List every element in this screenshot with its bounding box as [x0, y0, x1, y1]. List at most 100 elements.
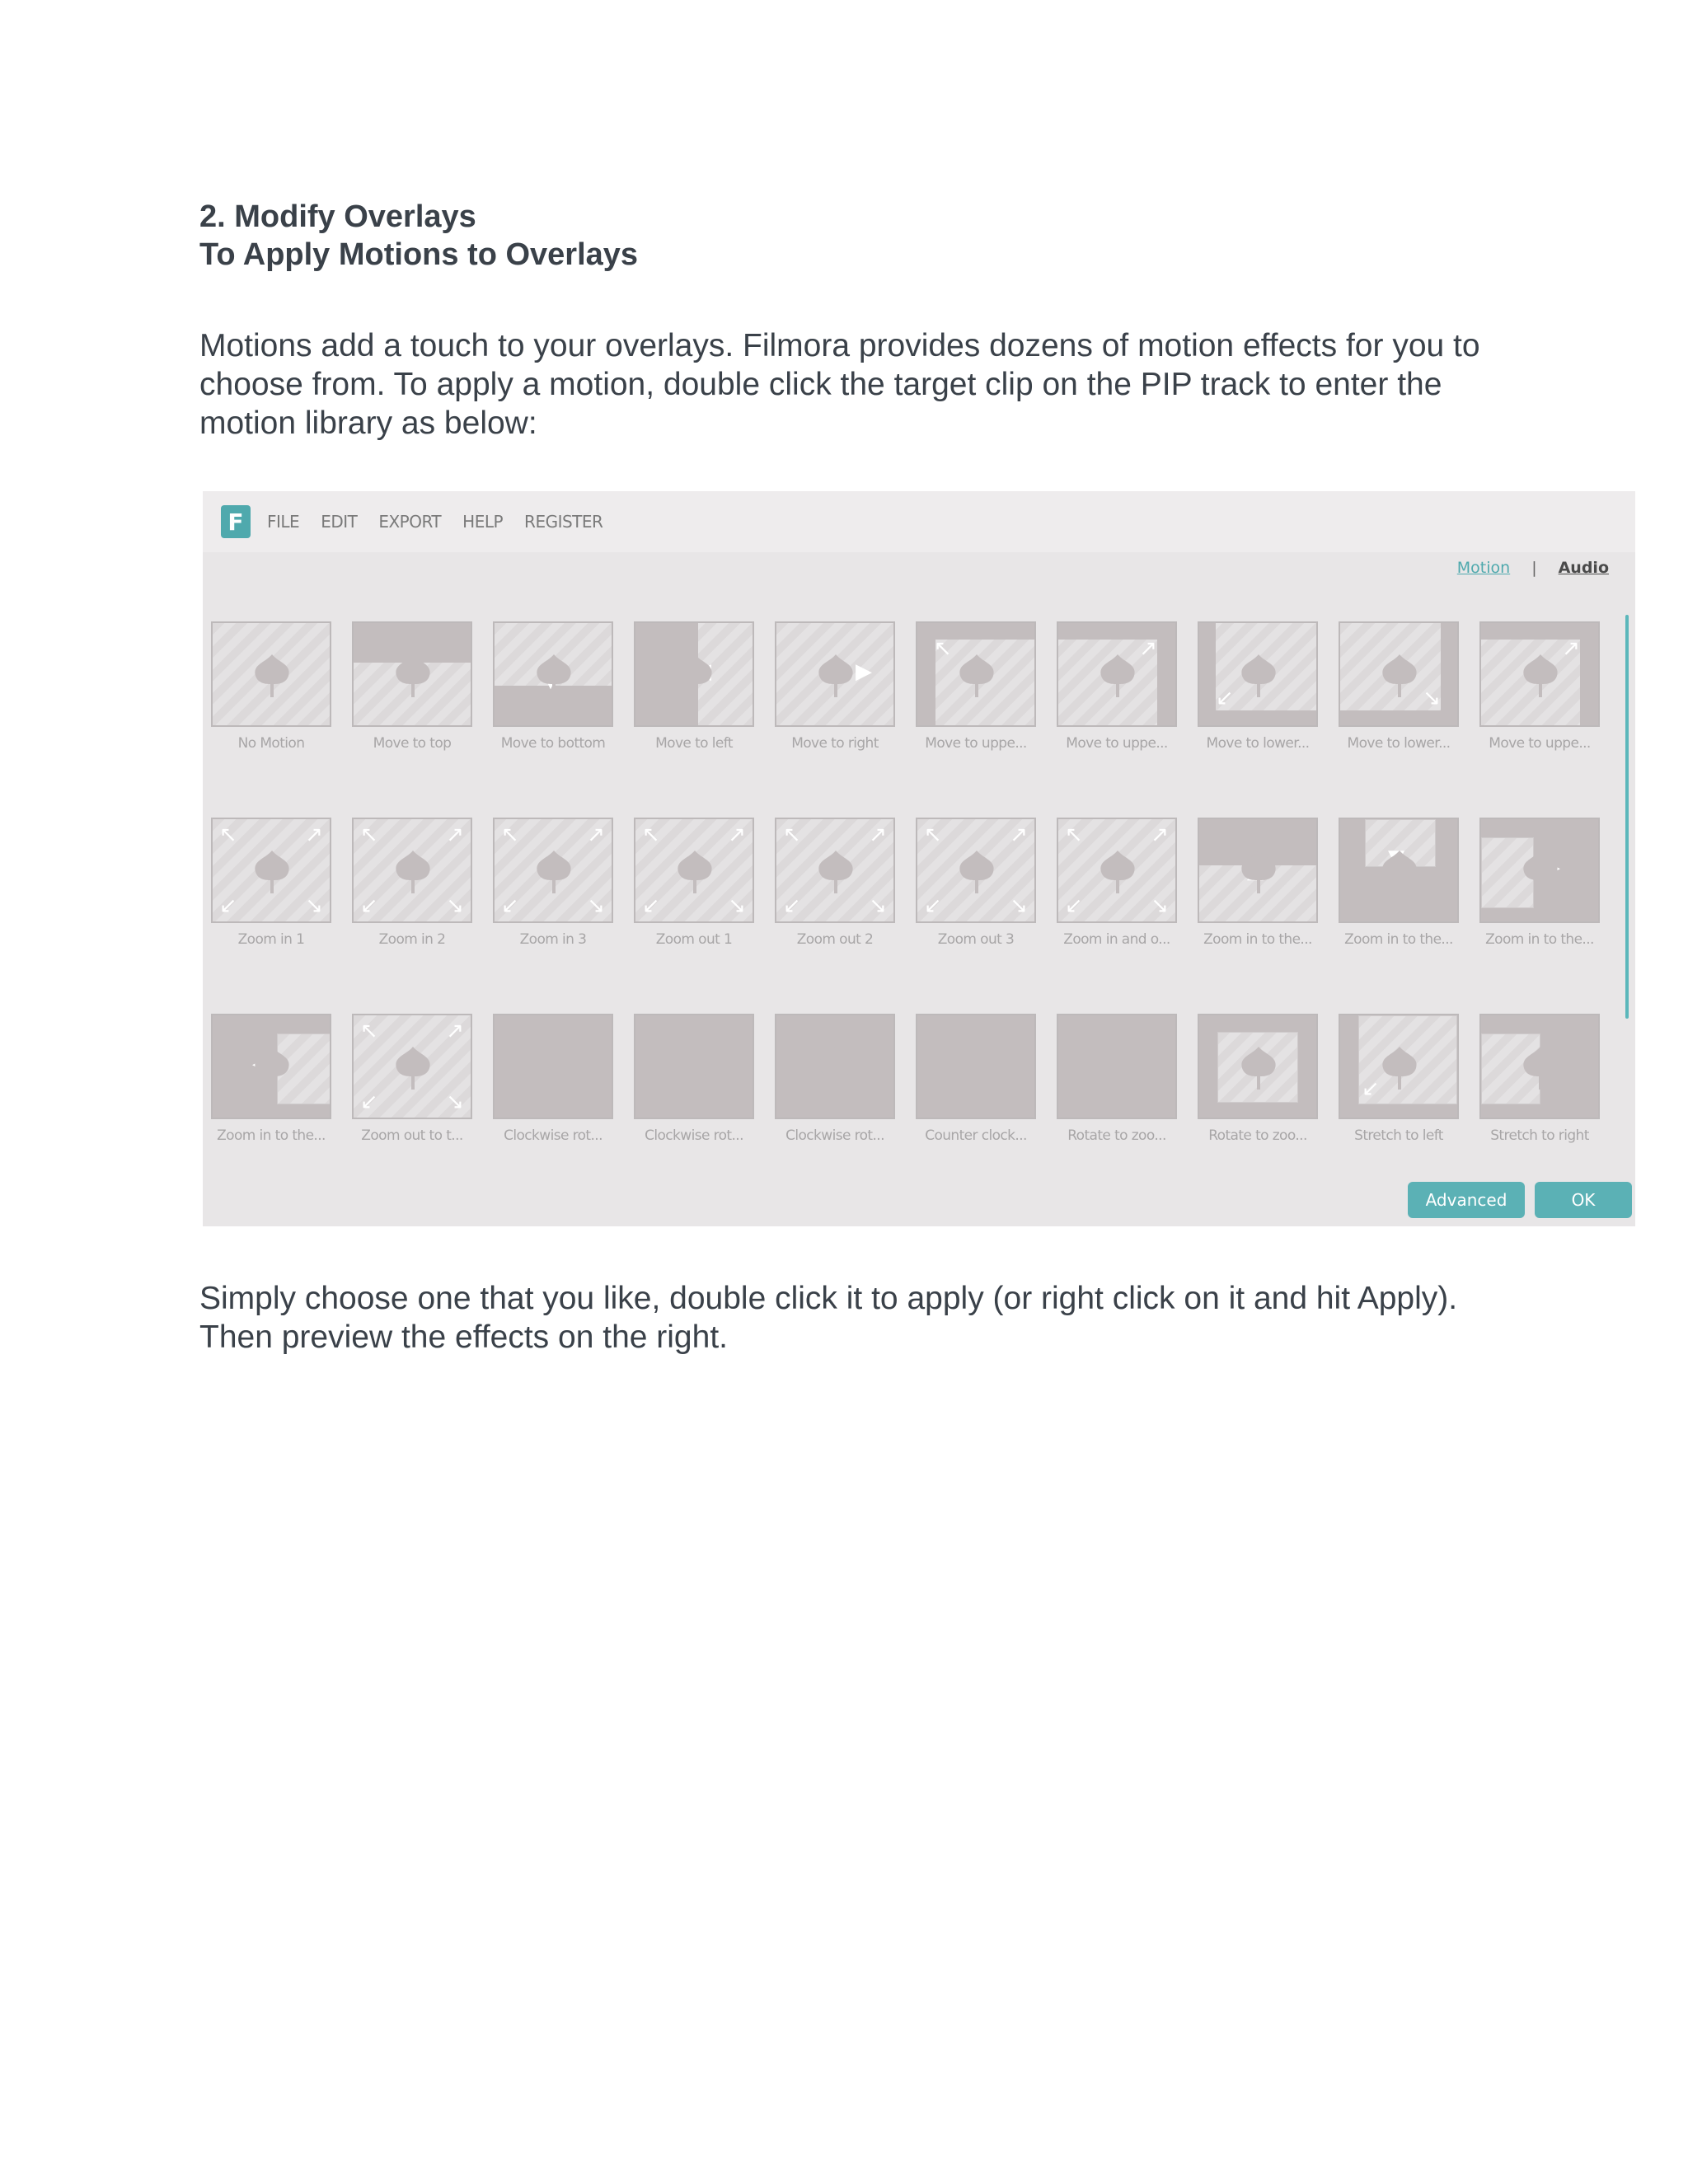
motion-thumbnail[interactable]: ↙	[1198, 621, 1318, 727]
motion-label: Zoom in to the...	[1203, 931, 1312, 948]
filmora-logo-icon: F	[221, 505, 251, 538]
motion-thumbnail[interactable]: ↖ ↗ ↙ ↘	[1057, 818, 1177, 923]
motion-thumbnail[interactable]: ▲	[352, 621, 472, 727]
leaf-icon	[1376, 651, 1423, 701]
leaf-icon	[813, 1043, 859, 1093]
leaf-icon	[531, 1043, 577, 1093]
motion-thumbnail[interactable]: ↖ ↗ ↙ ↘	[211, 818, 331, 923]
motion-thumbnail[interactable]: ▼	[1339, 818, 1459, 923]
outro-paragraph: Simply choose one that you like, double …	[199, 1281, 1458, 1355]
menu-file[interactable]: FILE	[267, 512, 300, 532]
motion-thumbnail[interactable]: ↖ ↗ ↙ ↘	[352, 818, 472, 923]
menu-register[interactable]: REGISTER	[524, 512, 603, 532]
menu-edit[interactable]: EDIT	[321, 512, 358, 532]
motion-label: Zoom out 3	[937, 931, 1015, 948]
motion-label: Zoom in to the...	[1485, 931, 1594, 948]
advanced-button[interactable]: Advanced	[1408, 1182, 1525, 1218]
motion-label: Clockwise rot...	[504, 1127, 603, 1144]
motion-label: Zoom out to t...	[361, 1127, 463, 1144]
motion-label: Zoom in to the...	[217, 1127, 326, 1144]
motion-label: Stretch to left	[1354, 1127, 1443, 1144]
intro-paragraph: Motions add a touch to your overlays. Fi…	[199, 328, 1480, 441]
leaf-icon	[954, 651, 1000, 701]
library-tabs: Motion | Audio	[1457, 559, 1609, 577]
leaf-icon	[1236, 651, 1282, 701]
motion-label: Move to top	[373, 735, 452, 752]
motion-label: Zoom in to the...	[1344, 931, 1453, 948]
motion-label: Rotate to zoo...	[1067, 1127, 1166, 1144]
leaf-icon	[1376, 1043, 1423, 1093]
motion-thumbnail[interactable]: ↖ ↗ ↙ ↘	[352, 1014, 472, 1119]
tab-separator: |	[1531, 559, 1537, 577]
motion-thumbnail[interactable]: ▶▶	[1479, 818, 1600, 923]
motion-thumbnail[interactable]: ↻	[634, 1014, 754, 1119]
motion-label: Zoom in and o...	[1063, 931, 1170, 948]
motion-thumbnail[interactable]: ↻	[916, 1014, 1036, 1119]
motion-thumbnail[interactable]	[211, 621, 331, 727]
leaf-icon	[1517, 847, 1564, 897]
motion-thumbnail[interactable]: ↖ ↗ ↙ ↘	[916, 818, 1036, 923]
leaf-icon	[672, 651, 718, 701]
motion-label: Stretch to right	[1490, 1127, 1589, 1144]
menu-help[interactable]: HELP	[462, 512, 503, 532]
motion-thumbnail[interactable]: ↖ ↗ ↙ ↘	[775, 818, 895, 923]
tab-audio[interactable]: Audio	[1559, 559, 1609, 577]
leaf-icon	[531, 651, 577, 701]
leaf-icon	[1236, 1043, 1282, 1093]
leaf-icon	[390, 847, 436, 897]
motion-thumbnail[interactable]: ↖ ↗ ↙ ↘	[634, 818, 754, 923]
motion-thumbnail[interactable]: ↖ ↗ ↙ ↘	[493, 818, 613, 923]
menu-export[interactable]: EXPORT	[378, 512, 441, 532]
motion-thumbnail[interactable]: ▶	[775, 621, 895, 727]
leaf-icon	[1517, 1043, 1564, 1093]
leaf-icon	[954, 1043, 1000, 1093]
leaf-icon	[813, 847, 859, 897]
leaf-icon	[813, 651, 859, 701]
leaf-icon	[390, 1043, 436, 1093]
leaf-icon	[1376, 847, 1423, 897]
motion-label: Move to left	[655, 735, 733, 752]
motion-thumbnail[interactable]: ↗	[1479, 621, 1600, 727]
motion-label: Move to right	[791, 735, 879, 752]
leaf-icon	[1236, 847, 1282, 897]
motion-thumbnail[interactable]: ▲	[1198, 818, 1318, 923]
motion-label: Rotate to zoo...	[1208, 1127, 1307, 1144]
section-heading: 2. Modify Overlays	[199, 199, 476, 234]
motion-label: Clockwise rot...	[785, 1127, 884, 1144]
motion-thumbnail[interactable]: ↻	[775, 1014, 895, 1119]
leaf-icon	[672, 847, 718, 897]
motion-label: Zoom out 1	[655, 931, 733, 948]
leaf-icon	[1095, 1043, 1141, 1093]
document-body: 2. Modify Overlays To Apply Motions to O…	[199, 198, 1485, 274]
motion-thumbnail[interactable]: ↙	[1339, 1014, 1459, 1119]
motion-thumbnail[interactable]: ◀◀	[634, 621, 754, 727]
motion-grid: No Motion ▲ Move to top ▼ Move to bottom ◀◀ Mo…	[211, 621, 1612, 1157]
motion-thumbnail[interactable]: ▼	[493, 621, 613, 727]
motion-label: Zoom in 3	[519, 931, 587, 948]
motion-label: Move to uppe...	[925, 735, 1027, 752]
menu-bar: F FILE EDIT EXPORT HELP REGISTER	[203, 491, 1635, 552]
leaf-icon	[1517, 651, 1564, 701]
motion-label: Move to lower...	[1347, 735, 1451, 752]
motion-thumbnail[interactable]: ↻	[493, 1014, 613, 1119]
motion-label: Zoom in 1	[237, 931, 305, 948]
leaf-icon	[249, 1043, 295, 1093]
motion-thumbnail[interactable]: ◀◀	[211, 1014, 331, 1119]
motion-label: Move to uppe...	[1489, 735, 1591, 752]
leaf-icon	[1095, 651, 1141, 701]
motion-thumbnail[interactable]: ↖	[916, 621, 1036, 727]
motion-thumbnail[interactable]: ↗	[1057, 621, 1177, 727]
subsection-heading: To Apply Motions to Overlays	[199, 237, 639, 272]
tab-motion[interactable]: Motion	[1457, 559, 1510, 577]
motion-thumbnail[interactable]: ▶	[1479, 1014, 1600, 1119]
motion-label: Move to bottom	[500, 735, 606, 752]
leaf-icon	[249, 651, 295, 701]
leaf-icon	[390, 651, 436, 701]
motion-thumbnail[interactable]	[1198, 1014, 1318, 1119]
leaf-icon	[672, 1043, 718, 1093]
scrollbar[interactable]	[1625, 615, 1629, 1019]
ok-button[interactable]: OK	[1535, 1182, 1632, 1218]
motion-label: Zoom in 2	[378, 931, 446, 948]
motion-thumbnail[interactable]: ↘	[1339, 621, 1459, 727]
motion-thumbnail[interactable]: ↻	[1057, 1014, 1177, 1119]
